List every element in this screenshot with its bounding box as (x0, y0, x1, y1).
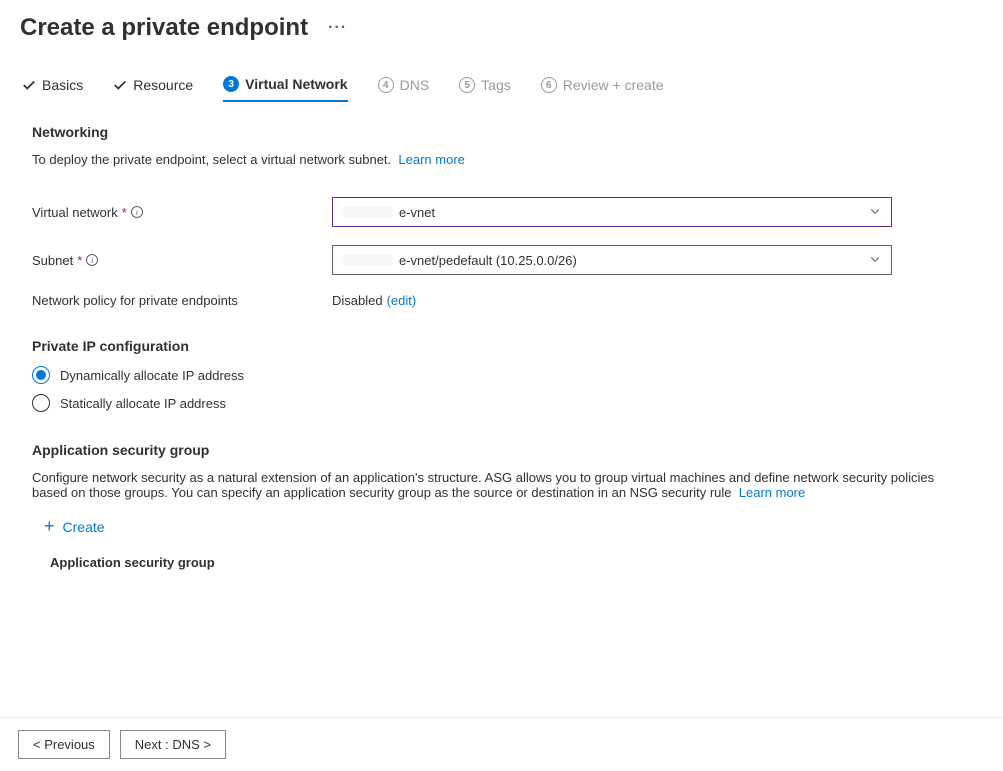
ip-config-heading: Private IP configuration (32, 338, 971, 354)
asg-description: Configure network security as a natural … (32, 470, 971, 500)
chevron-down-icon (869, 205, 881, 220)
plus-icon: + (44, 516, 55, 537)
check-icon (113, 78, 127, 92)
subnet-value: e-vnet/pedefault (10.25.0.0/26) (343, 253, 577, 268)
radio-static[interactable]: Statically allocate IP address (32, 394, 971, 412)
networking-heading: Networking (32, 124, 971, 140)
step-number-icon: 5 (459, 77, 475, 93)
ellipsis-icon[interactable]: ··· (328, 19, 347, 37)
next-button[interactable]: Next : DNS > (120, 730, 226, 759)
radio-static-label: Statically allocate IP address (60, 396, 226, 411)
check-icon (22, 78, 36, 92)
previous-button[interactable]: < Previous (18, 730, 110, 759)
network-policy-row: Network policy for private endpoints Dis… (32, 293, 971, 308)
vnet-value-text: e-vnet (399, 205, 435, 220)
subnet-value-text: e-vnet/pedefault (10.25.0.0/26) (399, 253, 577, 268)
step-number-icon: 6 (541, 77, 557, 93)
virtual-network-label-text: Virtual network (32, 205, 118, 220)
tab-dns-label: DNS (400, 77, 430, 93)
required-asterisk: * (122, 205, 127, 220)
asg-create-button[interactable]: + Create (32, 516, 971, 537)
tab-tags-label: Tags (481, 77, 511, 93)
radio-icon-selected (32, 366, 50, 384)
step-number-icon: 4 (378, 77, 394, 93)
networking-subtext-body: To deploy the private endpoint, select a… (32, 152, 391, 167)
subnet-label: Subnet * i (32, 253, 332, 268)
wizard-footer: < Previous Next : DNS > (0, 717, 1003, 771)
asg-learn-more-link[interactable]: Learn more (739, 485, 805, 500)
asg-section: Application security group Configure net… (32, 442, 971, 570)
policy-value-text: Disabled (332, 293, 383, 308)
tab-virtual-network[interactable]: 3 Virtual Network (223, 76, 347, 102)
info-icon[interactable]: i (86, 254, 98, 266)
step-number-icon: 3 (223, 76, 239, 92)
asg-table-header: Application security group (32, 555, 971, 570)
radio-dynamic-label: Dynamically allocate IP address (60, 368, 244, 383)
ip-config-radio-group: Dynamically allocate IP address Statical… (32, 366, 971, 412)
networking-subtext: To deploy the private endpoint, select a… (32, 152, 971, 167)
tab-resource[interactable]: Resource (113, 77, 193, 101)
subnet-row: Subnet * i e-vnet/pedefault (10.25.0.0/2… (32, 245, 971, 275)
radio-dot (36, 370, 46, 380)
tab-virtual-network-label: Virtual Network (245, 76, 347, 92)
virtual-network-row: Virtual network * i e-vnet (32, 197, 971, 227)
redacted-prefix (343, 253, 393, 267)
page-title: Create a private endpoint ··· (0, 0, 1003, 48)
info-icon[interactable]: i (131, 206, 143, 218)
required-asterisk: * (77, 253, 82, 268)
tab-tags[interactable]: 5 Tags (459, 77, 511, 101)
subnet-label-text: Subnet (32, 253, 73, 268)
asg-create-label: Create (63, 519, 105, 535)
tab-basics[interactable]: Basics (22, 77, 83, 101)
network-policy-label: Network policy for private endpoints (32, 293, 332, 308)
subnet-dropdown[interactable]: e-vnet/pedefault (10.25.0.0/26) (332, 245, 892, 275)
tab-resource-label: Resource (133, 77, 193, 93)
virtual-network-value: e-vnet (343, 205, 435, 220)
radio-dynamic[interactable]: Dynamically allocate IP address (32, 366, 971, 384)
content-area: Networking To deploy the private endpoin… (0, 102, 1003, 570)
network-policy-edit-link[interactable]: (edit) (387, 293, 417, 308)
tab-review[interactable]: 6 Review + create (541, 77, 664, 101)
asg-heading: Application security group (32, 442, 971, 458)
tab-dns[interactable]: 4 DNS (378, 77, 430, 101)
wizard-tabs: Basics Resource 3 Virtual Network 4 DNS … (0, 48, 1003, 102)
ip-config-section: Private IP configuration Dynamically all… (32, 338, 971, 412)
networking-learn-more-link[interactable]: Learn more (398, 152, 464, 167)
virtual-network-label: Virtual network * i (32, 205, 332, 220)
network-policy-value: Disabled (edit) (332, 293, 416, 308)
tab-review-label: Review + create (563, 77, 664, 93)
chevron-down-icon (869, 253, 881, 268)
radio-icon (32, 394, 50, 412)
virtual-network-dropdown[interactable]: e-vnet (332, 197, 892, 227)
title-text: Create a private endpoint (20, 14, 308, 42)
tab-basics-label: Basics (42, 77, 83, 93)
redacted-prefix (343, 205, 393, 219)
